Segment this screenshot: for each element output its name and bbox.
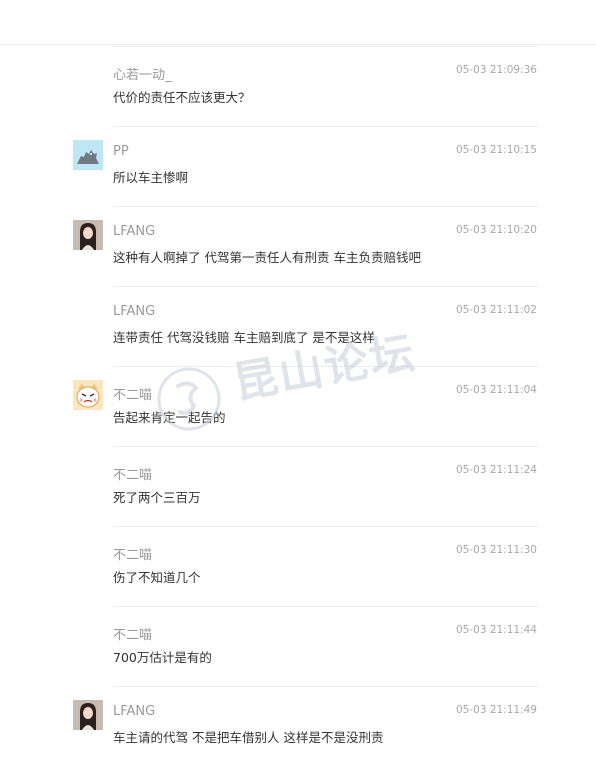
comment-time: 05-03 21:10:20 <box>455 224 537 236</box>
top-bar <box>0 0 596 45</box>
comment-item: 不二喵 05-03 21:11:24 死了两个三百万 <box>0 446 596 526</box>
girl-photo-avatar[interactable] <box>73 700 103 730</box>
comment-username[interactable]: 不二喵 <box>113 464 152 483</box>
comment-time: 05-03 21:09:36 <box>455 64 537 76</box>
divider <box>113 526 538 527</box>
comment-item: LFANG 05-03 21:10:20 这种有人啊掉了 代驾第一责任人有刑责 … <box>0 206 596 286</box>
comment-username[interactable]: LFANG <box>113 304 155 319</box>
comment-text: 连带责任 代驾没钱赔 车主赔到底了 是不是这样 <box>113 330 375 345</box>
comment-time: 05-03 21:11:44 <box>455 624 537 636</box>
comment-item: 不二喵 05-03 21:11:44 700万估计是有的 <box>0 606 596 686</box>
cartoon-cat-avatar[interactable] <box>73 380 103 410</box>
comment-text: 伤了不知道几个 <box>113 570 201 585</box>
comment-username[interactable]: 不二喵 <box>113 544 152 563</box>
comment-time: 05-03 21:11:49 <box>455 704 537 716</box>
comment-text: 这种有人啊掉了 代驾第一责任人有刑责 车主负责赔钱吧 <box>113 250 421 265</box>
comment-text: 所以车主惨啊 <box>113 170 189 185</box>
comment-username[interactable]: 不二喵 <box>113 384 152 403</box>
comment-time: 05-03 21:11:30 <box>455 544 537 556</box>
comment-time: 05-03 21:11:04 <box>455 384 537 396</box>
divider <box>113 46 538 47</box>
divider <box>113 686 538 687</box>
comment-text: 告起来肯定一起告的 <box>113 410 226 425</box>
comment-username[interactable]: PP <box>113 144 129 159</box>
comment-time: 05-03 21:11:24 <box>455 464 537 476</box>
comment-username[interactable]: 心若一动_ <box>113 64 172 83</box>
comment-item: 不二喵 05-03 21:11:04 告起来肯定一起告的 <box>0 366 596 446</box>
divider <box>113 366 538 367</box>
divider <box>113 126 538 127</box>
comment-text: 代价的责任不应该更大？ <box>113 90 251 105</box>
comment-item: 心若一动_ 05-03 21:09:36 代价的责任不应该更大？ <box>0 46 596 126</box>
divider <box>113 286 538 287</box>
divider <box>113 446 538 447</box>
comment-item: 不二喵 05-03 21:11:30 伤了不知道几个 <box>0 526 596 606</box>
comment-item: PP 05-03 21:10:15 所以车主惨啊 <box>0 126 596 206</box>
animal-avatar[interactable] <box>73 140 103 170</box>
comment-text: 死了两个三百万 <box>113 490 201 505</box>
divider <box>113 206 538 207</box>
comment-text: 700万估计是有的 <box>113 650 212 665</box>
comment-username[interactable]: LFANG <box>113 704 155 719</box>
comment-text: 车主请的代驾 不是把车借别人 这样是不是没刑责 <box>113 730 384 745</box>
comment-time: 05-03 21:10:15 <box>455 144 537 156</box>
comment-username[interactable]: 不二喵 <box>113 624 152 643</box>
girl-photo-avatar[interactable] <box>73 220 103 250</box>
comment-username[interactable]: LFANG <box>113 224 155 239</box>
comment-item: LFANG 05-03 21:11:49 车主请的代驾 不是把车借别人 这样是不… <box>0 686 596 766</box>
comment-time: 05-03 21:11:02 <box>455 304 537 316</box>
comment-list: 心若一动_ 05-03 21:09:36 代价的责任不应该更大？ PP 05-0… <box>0 46 596 766</box>
divider <box>113 606 538 607</box>
comment-item: LFANG 05-03 21:11:02 连带责任 代驾没钱赔 车主赔到底了 是… <box>0 286 596 366</box>
